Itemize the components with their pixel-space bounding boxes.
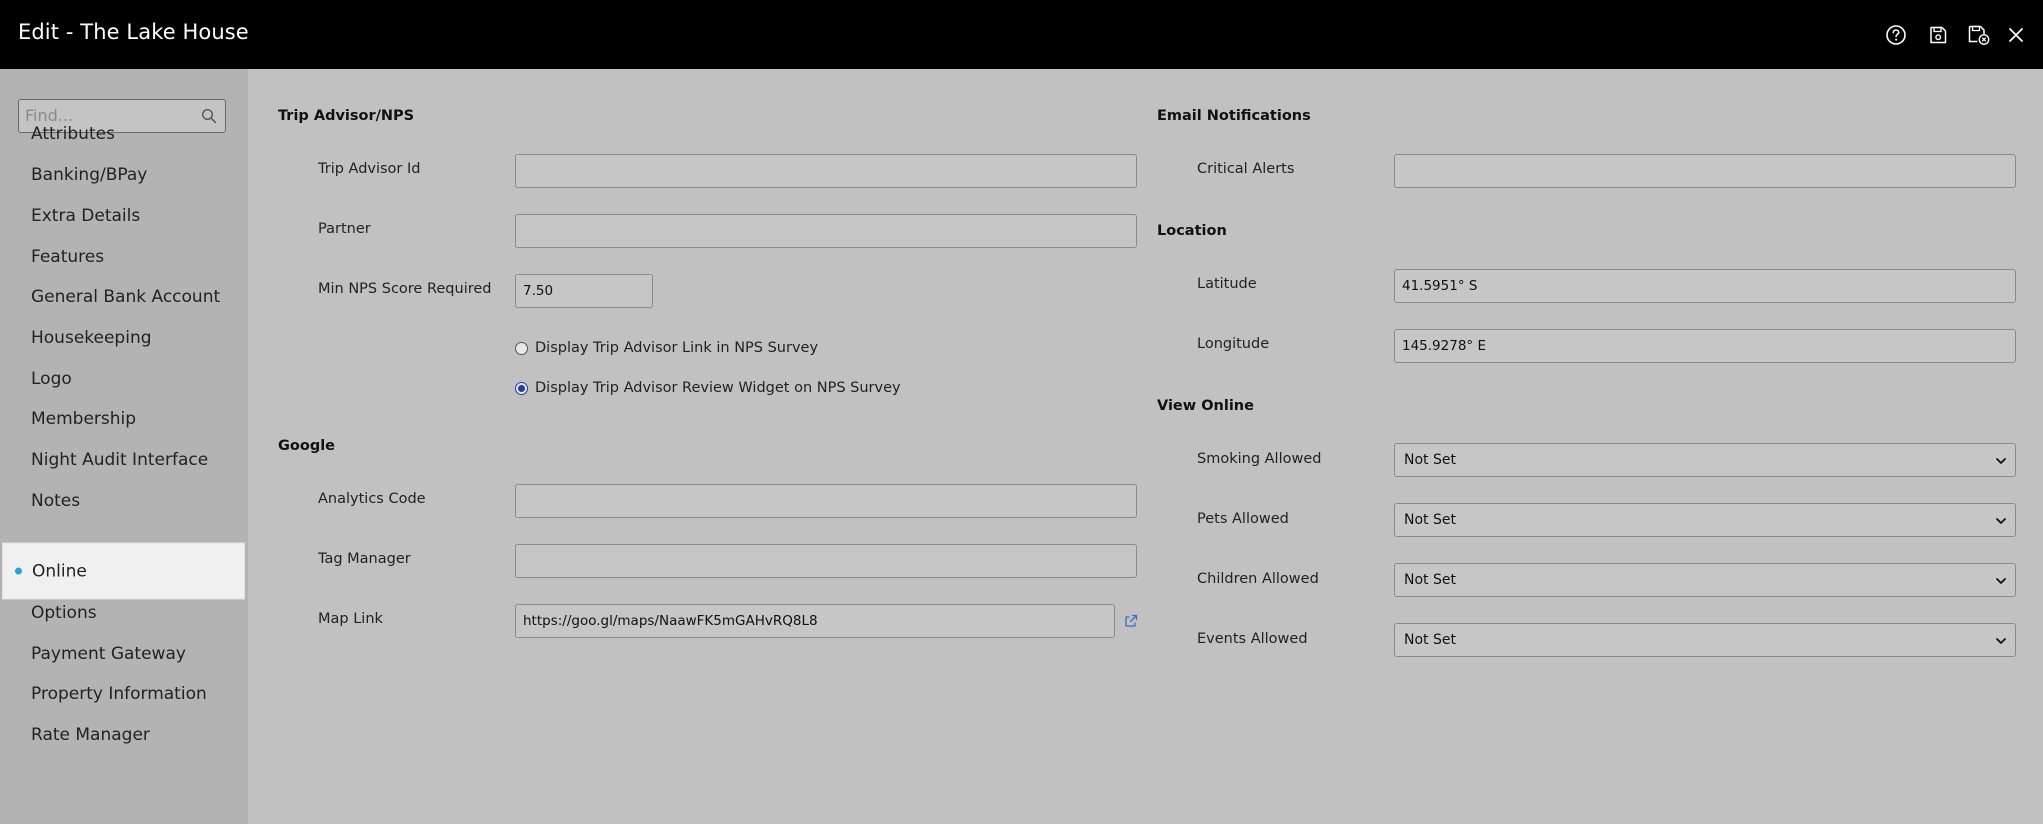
chevron-down-icon: [1996, 518, 2006, 524]
partner-label: Partner: [318, 221, 371, 237]
radio-option-trip-advisor-link[interactable]: Display Trip Advisor Link in NPS Survey: [515, 340, 818, 356]
active-indicator-dot: [15, 567, 22, 575]
select-value: Not Set: [1404, 632, 1456, 648]
sidebar-item-online[interactable]: Online: [2, 542, 245, 600]
chevron-down-icon: [1996, 578, 2006, 584]
close-icon[interactable]: [2002, 21, 2030, 49]
select-value: Not Set: [1404, 572, 1456, 588]
sidebar-item-label: Extra Details: [31, 205, 141, 226]
select-value: Not Set: [1404, 452, 1456, 468]
sidebar-item-night-audit-interface[interactable]: Night Audit Interface: [0, 439, 243, 480]
sidebar-item-label: Online: [32, 561, 87, 581]
sidebar-item-label: Night Audit Interface: [31, 449, 209, 470]
sidebar-item-label: Notes: [31, 490, 81, 511]
radio-button-selected[interactable]: [515, 381, 528, 395]
longitude-input[interactable]: [1394, 329, 2016, 363]
min-nps-score-input[interactable]: [515, 274, 653, 308]
sidebar-item-label: Payment Gateway: [31, 643, 186, 664]
radio-label: Display Trip Advisor Review Widget on NP…: [535, 380, 901, 396]
min-nps-score-label: Min NPS Score Required: [318, 281, 492, 297]
sidebar-item-banking-bpay[interactable]: Banking/BPay: [0, 154, 243, 195]
sidebar-item-housekeeping[interactable]: Housekeeping: [0, 317, 243, 358]
map-link-input[interactable]: [515, 604, 1115, 638]
chevron-down-icon: [1996, 638, 2006, 644]
children-allowed-label: Children Allowed: [1197, 571, 1319, 587]
sidebar-item-label: Membership: [31, 408, 137, 429]
trip-advisor-id-input[interactable]: [515, 154, 1137, 188]
sidebar-item-options[interactable]: Options: [0, 592, 243, 633]
critical-alerts-label: Critical Alerts: [1197, 161, 1295, 177]
children-allowed-select[interactable]: Not Set: [1394, 563, 2016, 597]
sidebar-item-notes[interactable]: Notes: [0, 480, 243, 521]
smoking-allowed-select[interactable]: Not Set: [1394, 443, 2016, 477]
sidebar-item-features[interactable]: Features: [0, 236, 243, 277]
sidebar-item-extra-details[interactable]: Extra Details: [0, 195, 243, 236]
sidebar-item-label: Property Information: [31, 683, 207, 704]
radio-label: Display Trip Advisor Link in NPS Survey: [535, 340, 819, 356]
select-value: Not Set: [1404, 512, 1456, 528]
sidebar-item-payment-gateway[interactable]: Payment Gateway: [0, 633, 243, 674]
map-link-label: Map Link: [318, 611, 383, 627]
longitude-label: Longitude: [1197, 336, 1270, 352]
radio-option-trip-advisor-widget[interactable]: Display Trip Advisor Review Widget on NP…: [515, 380, 901, 396]
tag-manager-label: Tag Manager: [318, 551, 411, 567]
sidebar-item-label: Rate Manager: [31, 724, 150, 745]
section-title-email-notifications: Email Notifications: [1157, 108, 1311, 124]
partner-input[interactable]: [515, 214, 1137, 248]
sidebar-item-label: Logo: [31, 368, 72, 389]
section-title-view-online: View Online: [1157, 398, 1254, 414]
save-icon[interactable]: [1924, 21, 1952, 49]
page-title: Edit - The Lake House: [18, 20, 249, 44]
events-allowed-label: Events Allowed: [1197, 631, 1308, 647]
pets-allowed-select[interactable]: Not Set: [1394, 503, 2016, 537]
section-title-trip-advisor: Trip Advisor/NPS: [278, 108, 415, 124]
sidebar-item-label: Housekeeping: [31, 327, 152, 348]
latitude-label: Latitude: [1197, 276, 1257, 292]
tag-manager-input[interactable]: [515, 544, 1137, 578]
sidebar-item-label: Options: [31, 602, 97, 623]
chevron-down-icon: [1996, 458, 2006, 464]
events-allowed-select[interactable]: Not Set: [1394, 623, 2016, 657]
sidebar-item-attributes[interactable]: Attributes: [0, 113, 243, 154]
external-link-icon[interactable]: [1123, 613, 1139, 629]
latitude-input[interactable]: [1394, 269, 2016, 303]
section-title-google: Google: [278, 438, 336, 454]
sidebar-item-label: Features: [31, 246, 105, 267]
analytics-code-label: Analytics Code: [318, 491, 426, 507]
pets-allowed-label: Pets Allowed: [1197, 511, 1289, 527]
sidebar-item-label: Banking/BPay: [31, 164, 148, 185]
section-title-location: Location: [1157, 223, 1227, 239]
analytics-code-input[interactable]: [515, 484, 1137, 518]
save-and-close-icon[interactable]: [1965, 21, 1993, 49]
sidebar: Attributes Banking/BPay Extra Details Fe…: [0, 69, 248, 824]
sidebar-item-rate-manager[interactable]: Rate Manager: [0, 714, 243, 755]
sidebar-item-logo[interactable]: Logo: [0, 358, 243, 399]
sidebar-item-label: Attributes: [31, 123, 115, 144]
header-bar: Edit - The Lake House: [0, 0, 2043, 69]
sidebar-item-label: General Bank Account: [31, 286, 221, 307]
trip-advisor-id-label: Trip Advisor Id: [318, 161, 421, 177]
help-icon[interactable]: [1882, 21, 1910, 49]
sidebar-item-membership[interactable]: Membership: [0, 398, 243, 439]
sidebar-item-property-information[interactable]: Property Information: [0, 673, 243, 714]
critical-alerts-input[interactable]: [1394, 154, 2016, 188]
sidebar-item-general-bank-account[interactable]: General Bank Account: [0, 276, 243, 317]
radio-button[interactable]: [515, 341, 528, 355]
smoking-allowed-label: Smoking Allowed: [1197, 451, 1322, 467]
